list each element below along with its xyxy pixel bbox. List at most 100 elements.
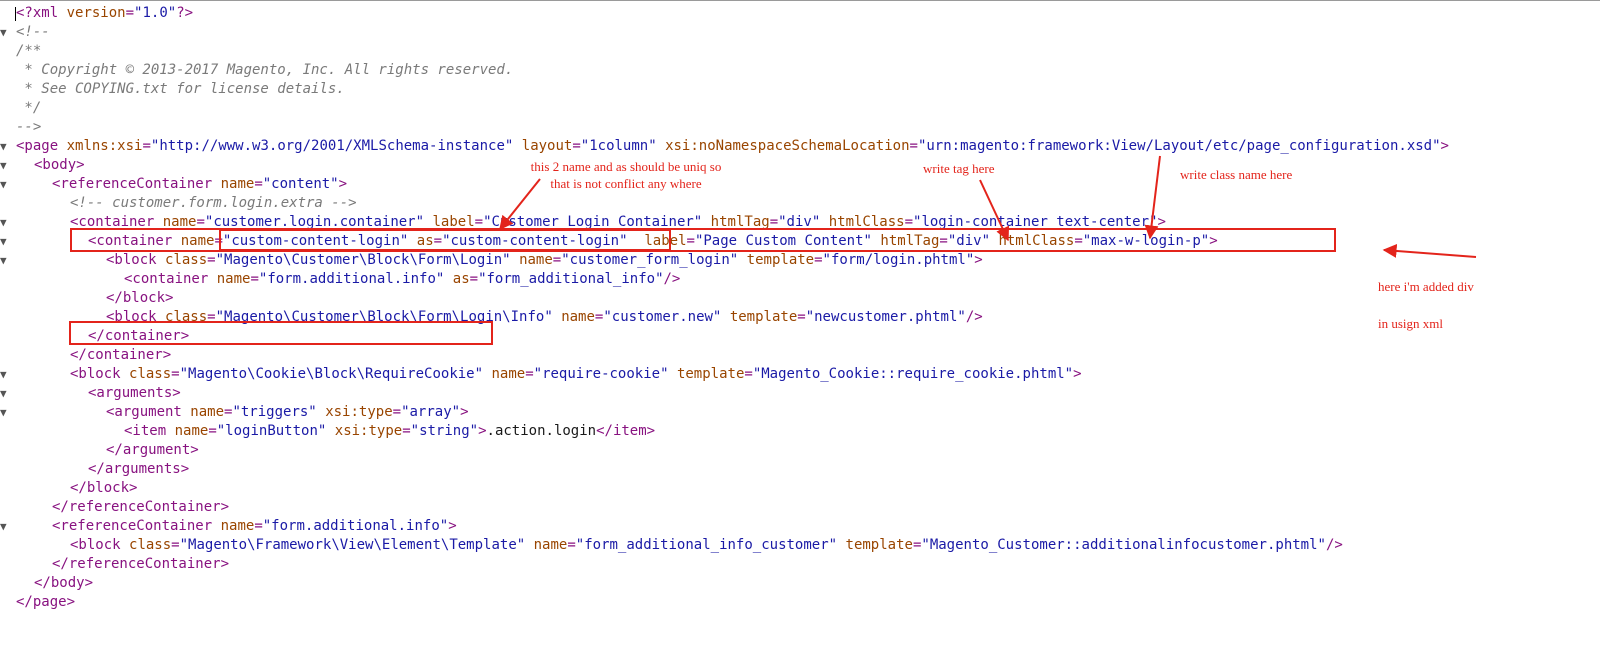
code-token-com: --> [16,119,42,135]
code-token-tag: <container [124,271,209,287]
code-token-val: "newcustomer.phtml" [805,309,966,325]
fold-toggle-icon[interactable]: ▼ [0,403,10,422]
code-token-tag: </block> [106,290,174,306]
fold-toggle-icon[interactable]: ▼ [0,23,10,42]
code-token-punc: = [402,423,411,439]
code-line-content: </arguments> [88,460,189,479]
annotation-name-as-line1: this 2 name and as should be uniq so [530,159,722,174]
code-token-attr: name [190,404,225,420]
code-token-tag: /> [663,271,681,287]
code-token-tag: <block [106,252,157,268]
code-token-val: "form.additional.info" [262,518,449,534]
fold-toggle-icon[interactable]: ▼ [0,175,10,194]
code-line: ▼ <!-- [0,23,1600,42]
code-token-com: <!-- [16,24,50,40]
code-token-attr: layout [521,138,573,154]
code-line: */ [0,99,1600,118]
code-line-content: <!-- [16,23,50,42]
code-line-content: <argument name="triggers" xsi:type="arra… [106,403,469,422]
fold-toggle-icon[interactable]: ▼ [0,137,10,156]
code-token-tag: > [460,404,469,420]
code-token-tag: > [1440,138,1449,154]
code-line: </referenceContainer> [0,555,1600,574]
code-token-punc: = [744,366,753,382]
code-token-val: "customer.new" [603,309,722,325]
code-line: </argument> [0,441,1600,460]
fold-toggle-icon[interactable]: ▼ [0,384,10,403]
fold-toggle-icon[interactable]: ▼ [0,213,10,232]
fold-toggle-icon[interactable]: ▼ [0,517,10,536]
code-token-tag: /> [965,309,983,325]
code-line: ▼ <referenceContainer name="form.addition… [0,517,1600,536]
code-token-val: "Magento_Customer::additionalinfocustome… [921,537,1326,553]
code-token-com: * Copyright © 2013-2017 Magento, Inc. Al… [16,62,514,78]
code-token-punc: = [254,518,263,534]
code-token-punc: = [552,252,562,268]
code-token-text: .action.login [486,423,597,439]
code-line: <item name="loginButton" xsi:type="strin… [0,422,1600,441]
code-token-attr: xsi:type [325,404,393,420]
xml-code-area[interactable]: <?xml version="1.0"?> ▼ <!--/** * Copyrigh… [0,4,1600,612]
code-token-val: "1column" [580,138,657,154]
code-token-punc: = [572,138,581,154]
code-token-tag: <page [16,138,59,154]
code-token-val: "string" [410,423,479,439]
code-line: ▼ <block class="Magento\Customer\Block\Fo… [0,251,1600,270]
fold-toggle-icon[interactable]: ▼ [0,251,10,270]
fold-toggle-icon[interactable]: ▼ [0,365,10,384]
code-token-val: "http://www.w3.org/2001/XMLSchema-instan… [150,138,514,154]
code-line-content: * Copyright © 2013-2017 Magento, Inc. Al… [16,61,513,80]
code-line: <container name="form.additional.info" a… [0,270,1600,289]
code-token-tag: </item> [596,423,656,439]
code-token-attr: name [491,366,526,382]
code-line-content: <body> [34,156,85,175]
code-line-content: <?xml version="1.0"?> [14,4,193,23]
code-token-attr: xsi:noNamespaceSchemaLocation [665,138,910,154]
code-line: ▼ <block class="Magento\Cookie\Block\Requ… [0,365,1600,384]
code-token-punc: = [250,271,259,287]
code-line-content: <block class="Magento\Cookie\Block\Requi… [70,365,1082,384]
highlight-box-name-as-attributes [219,229,671,251]
code-token-attr: template [845,537,913,553]
code-line: --> [0,118,1600,137]
code-token-tag: > [974,252,983,268]
code-line: </referenceContainer> [0,498,1600,517]
code-token-attr: as [452,271,470,287]
code-line: * Copyright © 2013-2017 Magento, Inc. Al… [0,61,1600,80]
code-token-tag: </block> [70,480,138,496]
code-token-val: "form.additional.info" [258,271,445,287]
code-line: </page> [0,593,1600,612]
fold-toggle-icon[interactable]: ▼ [0,232,10,251]
code-line: </block> [0,289,1600,308]
code-token-attr: template [746,252,815,268]
code-token-tag: <block [70,537,121,553]
code-token-tag: </argument> [106,442,199,458]
fold-toggle-icon[interactable]: ▼ [0,156,10,175]
code-line-content: * See COPYING.txt for license details. [16,80,345,99]
code-line: </body> [0,574,1600,593]
code-token-punc: = [469,271,479,287]
code-token-attr: name [533,537,568,553]
code-token-com: * See COPYING.txt for license details. [16,81,345,97]
code-token-tag: <block [70,366,121,382]
code-line-content: <referenceContainer name="form.additiona… [52,517,457,536]
code-line: /** [0,42,1600,61]
code-token-attr: template [729,309,798,325]
code-token-punc: = [909,138,918,154]
code-token-attr: name [220,518,255,534]
code-token-val: "form_additional_info_customer" [575,537,838,553]
code-line-content: <item name="loginButton" xsi:type="strin… [124,422,655,441]
code-token-tag: </referenceContainer> [52,556,230,572]
code-token-tag: </container> [70,347,172,363]
code-line-content: <block class="Magento\Customer\Block\For… [106,251,983,270]
annotation-write-tag: write tag here [923,161,995,176]
code-token-val: "triggers" [232,404,317,420]
code-token-punc: = [171,537,180,553]
